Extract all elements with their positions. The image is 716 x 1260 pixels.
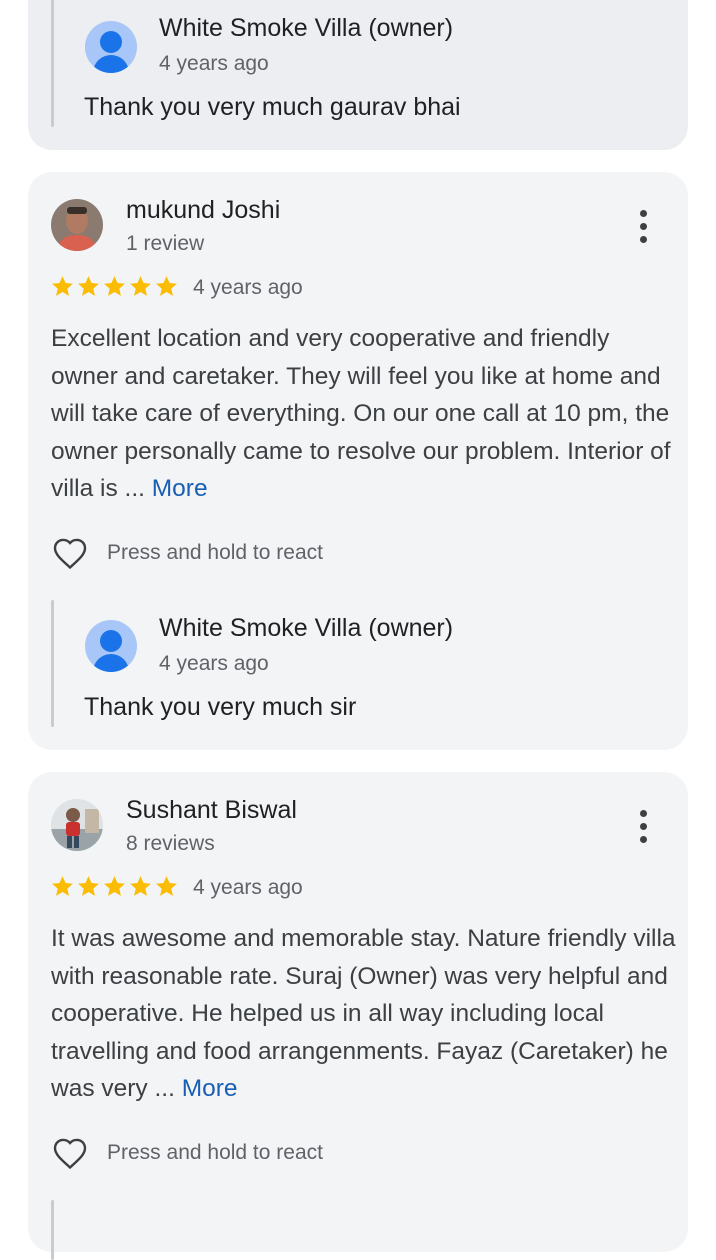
reviewer-name[interactable]: Sushant Biswal bbox=[126, 796, 297, 825]
star-icon bbox=[130, 276, 151, 296]
reviewer-name[interactable]: mukund Joshi bbox=[126, 196, 280, 225]
star-icon bbox=[78, 276, 99, 296]
star-icon bbox=[104, 276, 125, 296]
review-text-body: Excellent location and very cooperative … bbox=[51, 325, 671, 502]
star-icon bbox=[52, 276, 73, 296]
heart-outline-icon bbox=[53, 538, 87, 570]
reviewer-review-count: 8 reviews bbox=[126, 832, 215, 855]
star-icon bbox=[130, 876, 151, 896]
more-link[interactable]: More bbox=[182, 1075, 238, 1102]
star-icon bbox=[104, 876, 125, 896]
avatar[interactable] bbox=[51, 799, 103, 851]
react-button[interactable]: Press and hold to react bbox=[51, 536, 371, 572]
star-icon bbox=[78, 876, 99, 896]
owner-reply-text: Thank you very much sir bbox=[84, 693, 357, 721]
review-time: 4 years ago bbox=[193, 876, 303, 899]
owner-avatar bbox=[85, 620, 137, 672]
owner-avatar bbox=[85, 21, 137, 73]
reply-indent-bar bbox=[51, 1200, 54, 1260]
review-card: mukund Joshi 1 review 4 years ago Excell… bbox=[28, 172, 688, 750]
review-text-body: It was awesome and memorable stay. Natur… bbox=[51, 925, 676, 1102]
star-rating bbox=[50, 274, 180, 300]
owner-name: White Smoke Villa (owner) bbox=[159, 614, 454, 642]
heart-outline-icon bbox=[53, 1138, 87, 1170]
owner-reply-time: 4 years ago bbox=[159, 652, 269, 675]
more-vert-icon[interactable] bbox=[638, 810, 648, 844]
review-text: It was awesome and memorable stay. Natur… bbox=[51, 920, 676, 1108]
owner-reply-time: 4 years ago bbox=[159, 52, 269, 75]
person-icon bbox=[100, 630, 122, 652]
more-link[interactable]: More bbox=[152, 475, 208, 502]
owner-name: White Smoke Villa (owner) bbox=[159, 14, 454, 42]
react-label: Press and hold to react bbox=[107, 541, 323, 564]
more-vert-icon[interactable] bbox=[638, 210, 648, 244]
reviewer-review-count: 1 review bbox=[126, 232, 205, 255]
review-time: 4 years ago bbox=[193, 276, 303, 299]
star-icon bbox=[156, 876, 177, 896]
reply-indent-bar bbox=[51, 600, 54, 727]
react-button[interactable]: Press and hold to react bbox=[51, 1136, 371, 1172]
star-icon bbox=[156, 276, 177, 296]
review-text: Excellent location and very cooperative … bbox=[51, 320, 676, 508]
star-rating bbox=[50, 874, 180, 900]
reply-indent-bar bbox=[51, 0, 54, 127]
react-label: Press and hold to react bbox=[107, 1141, 323, 1164]
avatar[interactable] bbox=[51, 199, 103, 251]
review-card: Sushant Biswal 8 reviews 4 years ago It … bbox=[28, 772, 688, 1260]
owner-reply-text: Thank you very much gaurav bhai bbox=[84, 93, 461, 121]
owner-reply-card-top: White Smoke Villa (owner) 4 years ago Th… bbox=[28, 0, 688, 150]
star-icon bbox=[52, 876, 73, 896]
person-icon bbox=[100, 31, 122, 53]
